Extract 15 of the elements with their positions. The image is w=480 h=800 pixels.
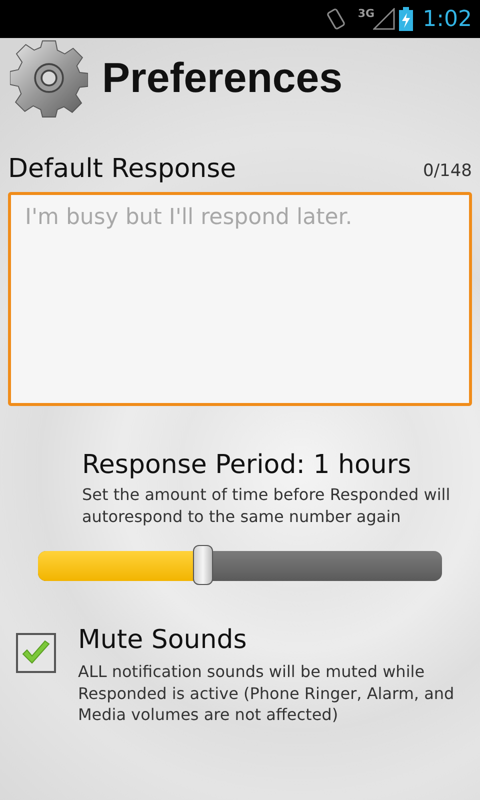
signal-icon bbox=[372, 8, 395, 30]
period-slider[interactable] bbox=[38, 545, 442, 588]
mute-checkbox[interactable] bbox=[16, 633, 56, 674]
setting-description: Set the amount of time before Responded will autorespond to the same number again bbox=[82, 484, 452, 528]
battery-charging-icon bbox=[398, 7, 413, 31]
page-title: Preferences bbox=[102, 54, 342, 102]
setting-title: Mute Sounds bbox=[78, 625, 248, 656]
setting-title: Response Period: 1 hours bbox=[82, 450, 412, 480]
network-label: 3G bbox=[358, 7, 375, 20]
setting-description: ALL notification sounds will be muted while Responded is active (Phone Ringer, Alarm, and Media volumes are not affected) bbox=[78, 661, 456, 726]
slider-thumb[interactable] bbox=[192, 545, 213, 586]
field-label: Default Response bbox=[8, 154, 236, 184]
character-counter: 0/148 bbox=[423, 161, 472, 181]
clock-time: 1:02 bbox=[422, 6, 472, 32]
response-input-field[interactable]: I'm busy but I'll respond later. bbox=[8, 192, 472, 406]
